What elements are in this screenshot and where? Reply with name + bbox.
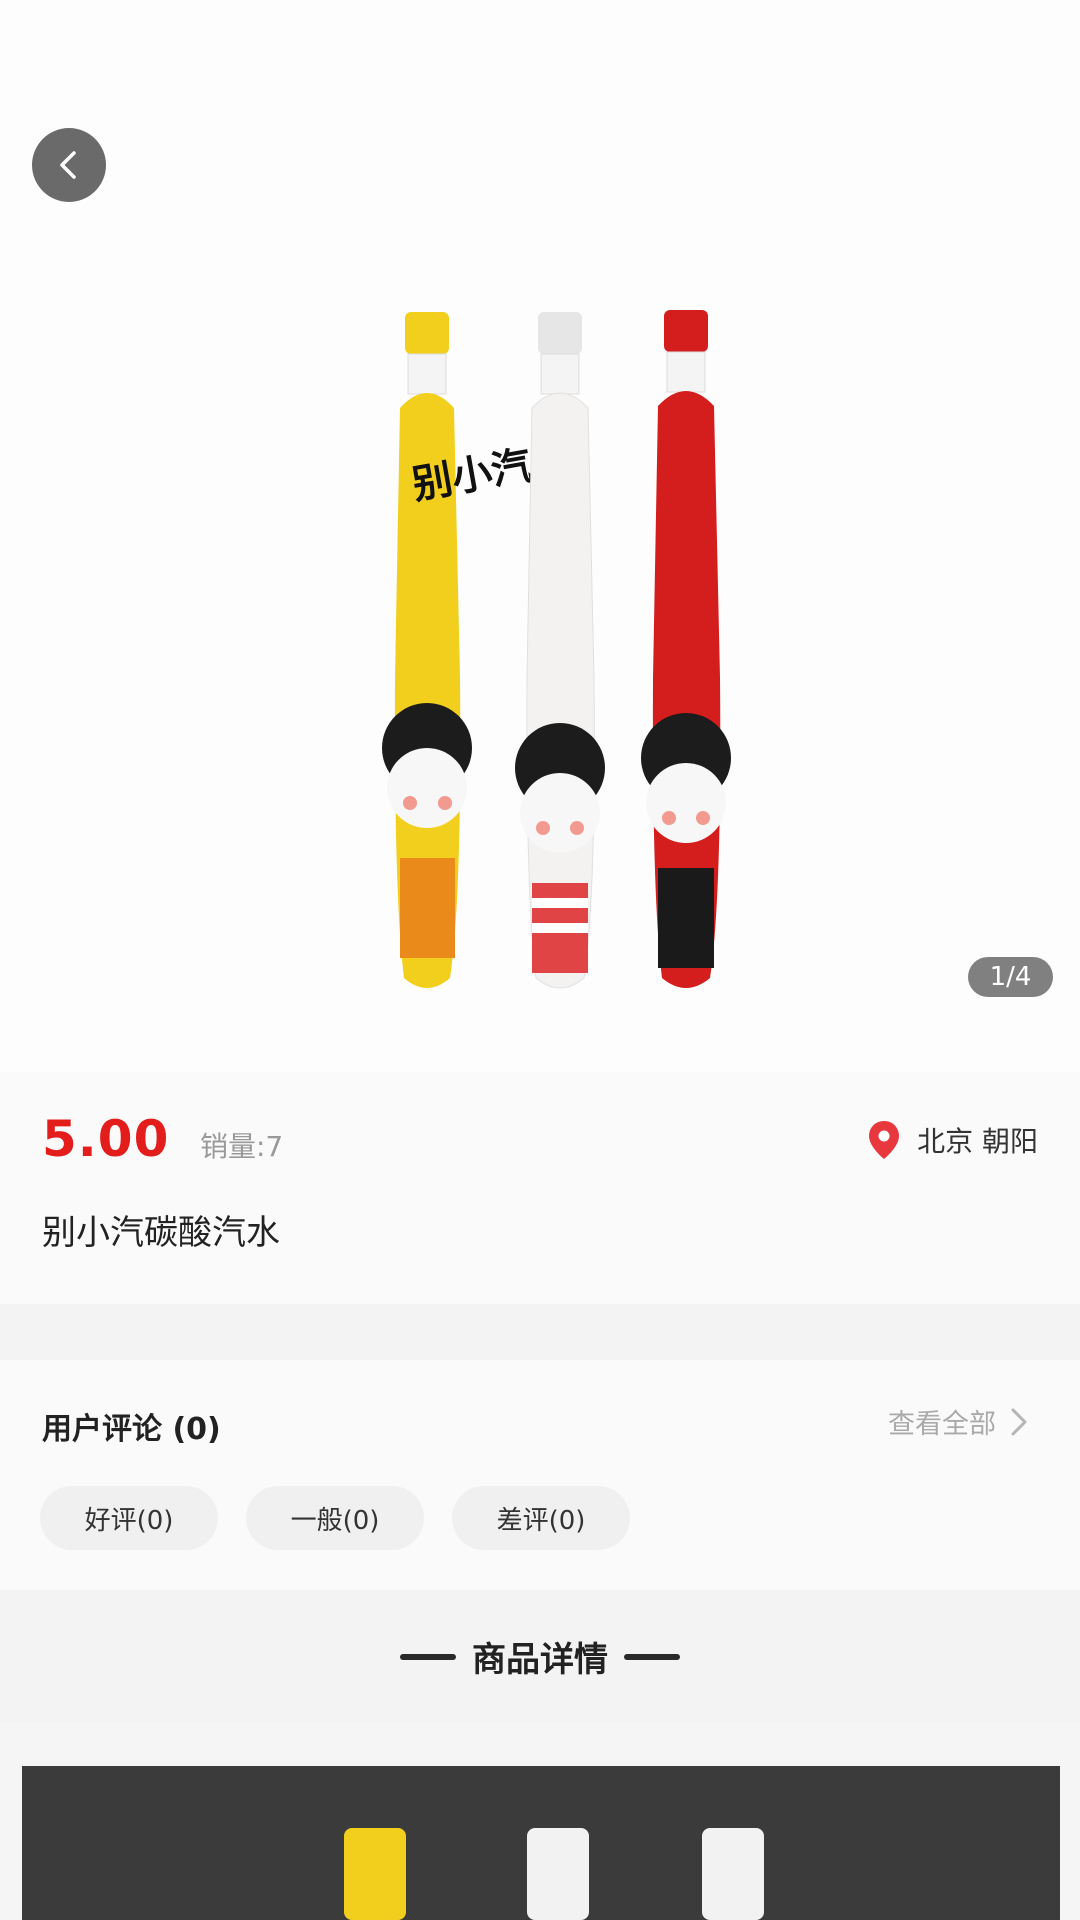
section-divider — [0, 1304, 1080, 1360]
location: 北京 朝阳 — [867, 1120, 1038, 1160]
product-price: 5.00 — [42, 1110, 170, 1168]
gallery-counter: 1/4 — [968, 957, 1053, 997]
chevron-left-icon — [60, 151, 76, 179]
detail-image — [22, 1766, 1060, 1920]
detail-title: 商品详情 — [472, 1640, 608, 1680]
detail-bottles-image — [22, 1766, 1060, 1920]
reviews-title: 用户评论 (0) — [42, 1412, 221, 1447]
location-text: 北京 朝阳 — [917, 1125, 1038, 1158]
bottle-lychee — [515, 312, 605, 989]
product-image: 别小汽 — [382, 310, 731, 989]
location-pin-icon — [869, 1121, 900, 1159]
title-dash-right — [624, 1653, 680, 1660]
sales-count: 销量:7 — [200, 1130, 284, 1163]
review-filter-chips: 好评(0) 一般(0) 差评(0) — [40, 1486, 630, 1550]
chevron-right-icon — [1011, 1408, 1027, 1435]
back-button[interactable] — [32, 128, 106, 202]
chip-neutral[interactable]: 一般(0) — [246, 1486, 424, 1550]
detail-title-row: 商品详情 — [0, 1632, 1080, 1681]
bottle-orange: 别小汽 — [382, 312, 535, 988]
product-gallery[interactable]: 别小汽 1/4 — [0, 0, 1080, 1072]
chip-bad[interactable]: 差评(0) — [452, 1486, 630, 1550]
product-info — [0, 1072, 1080, 1304]
view-all-label: 查看全部 — [888, 1409, 996, 1440]
chip-good[interactable]: 好评(0) — [40, 1486, 218, 1550]
product-title: 别小汽碳酸汽水 — [42, 1213, 280, 1253]
reviews-section — [0, 1360, 1080, 1590]
view-all-reviews-link[interactable]: 查看全部 — [888, 1402, 1030, 1441]
title-dash-left — [400, 1653, 456, 1660]
bottle-hawthorn — [641, 310, 731, 988]
